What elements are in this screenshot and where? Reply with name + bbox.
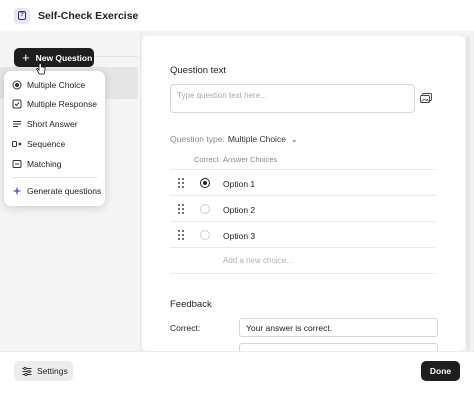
question-type-selector[interactable]: Question type: Multiple Choice ⌄ — [170, 134, 298, 144]
scrollbar[interactable] — [466, 36, 470, 351]
option-2-text[interactable]: Option 2 — [223, 205, 255, 215]
column-header-answer-choices: Answer Choices — [223, 155, 278, 164]
menu-item-generate-questions[interactable]: Generate questions — [12, 186, 101, 196]
feedback-heading: Feedback — [170, 299, 212, 310]
title-bar: ? Self-Check Exercise — [0, 0, 474, 31]
correct-radio-option-2[interactable] — [200, 204, 210, 214]
settings-button[interactable]: Settings — [14, 361, 73, 381]
text-lines-icon — [12, 119, 22, 129]
menu-item-multiple-response[interactable]: Multiple Response — [12, 99, 97, 109]
menu-item-short-answer[interactable]: Short Answer — [12, 119, 78, 129]
correct-feedback-input[interactable]: Your answer is correct. — [239, 318, 438, 337]
option-3-text[interactable]: Option 3 — [223, 231, 255, 241]
question-type-label: Question type: — [170, 134, 225, 144]
chevron-down-icon: ⌄ — [290, 134, 298, 144]
sparkle-icon — [12, 186, 22, 196]
row-divider — [170, 247, 436, 248]
new-question-label: New Question — [35, 52, 93, 63]
plus-icon: + — [22, 50, 30, 65]
radio-icon — [12, 80, 22, 90]
row-divider — [170, 169, 436, 170]
row-divider — [170, 273, 436, 274]
row-divider — [170, 195, 436, 196]
menu-item-matching[interactable]: Matching — [12, 159, 62, 169]
hand-cursor-icon — [36, 63, 46, 75]
menu-divider — [12, 177, 97, 178]
menu-item-multiple-choice[interactable]: Multiple Choice — [12, 80, 85, 90]
correct-radio-option-1[interactable] — [200, 178, 210, 188]
add-choice-input[interactable]: Add a new choice... — [223, 256, 293, 265]
checkbox-icon — [12, 99, 22, 109]
image-icon[interactable] — [420, 93, 432, 103]
drag-handle-icon[interactable] — [178, 230, 184, 240]
drag-handle-icon[interactable] — [178, 204, 184, 214]
sliders-icon — [22, 366, 32, 376]
settings-label: Settings — [37, 366, 68, 376]
correct-radio-option-3[interactable] — [200, 230, 210, 240]
question-text-heading: Question text — [170, 65, 226, 76]
menu-item-sequence[interactable]: Sequence — [12, 139, 65, 149]
matching-icon — [12, 159, 22, 169]
drag-handle-icon[interactable] — [178, 178, 184, 188]
window-title: Self-Check Exercise — [38, 9, 139, 22]
question-type-value: Multiple Choice — [227, 134, 286, 144]
row-divider — [170, 221, 436, 222]
app-icon: ? — [14, 7, 30, 24]
done-button[interactable]: Done — [421, 361, 460, 381]
column-header-correct: Correct — [194, 155, 219, 164]
question-text-input[interactable]: Type question text here... — [170, 84, 415, 113]
new-question-button[interactable]: + New Question — [14, 48, 94, 67]
sequence-icon — [12, 139, 22, 149]
correct-feedback-label: Correct: — [170, 323, 201, 333]
option-1-text[interactable]: Option 1 — [223, 179, 255, 189]
new-question-menu: Multiple Choice Multiple Response Short … — [4, 71, 105, 206]
